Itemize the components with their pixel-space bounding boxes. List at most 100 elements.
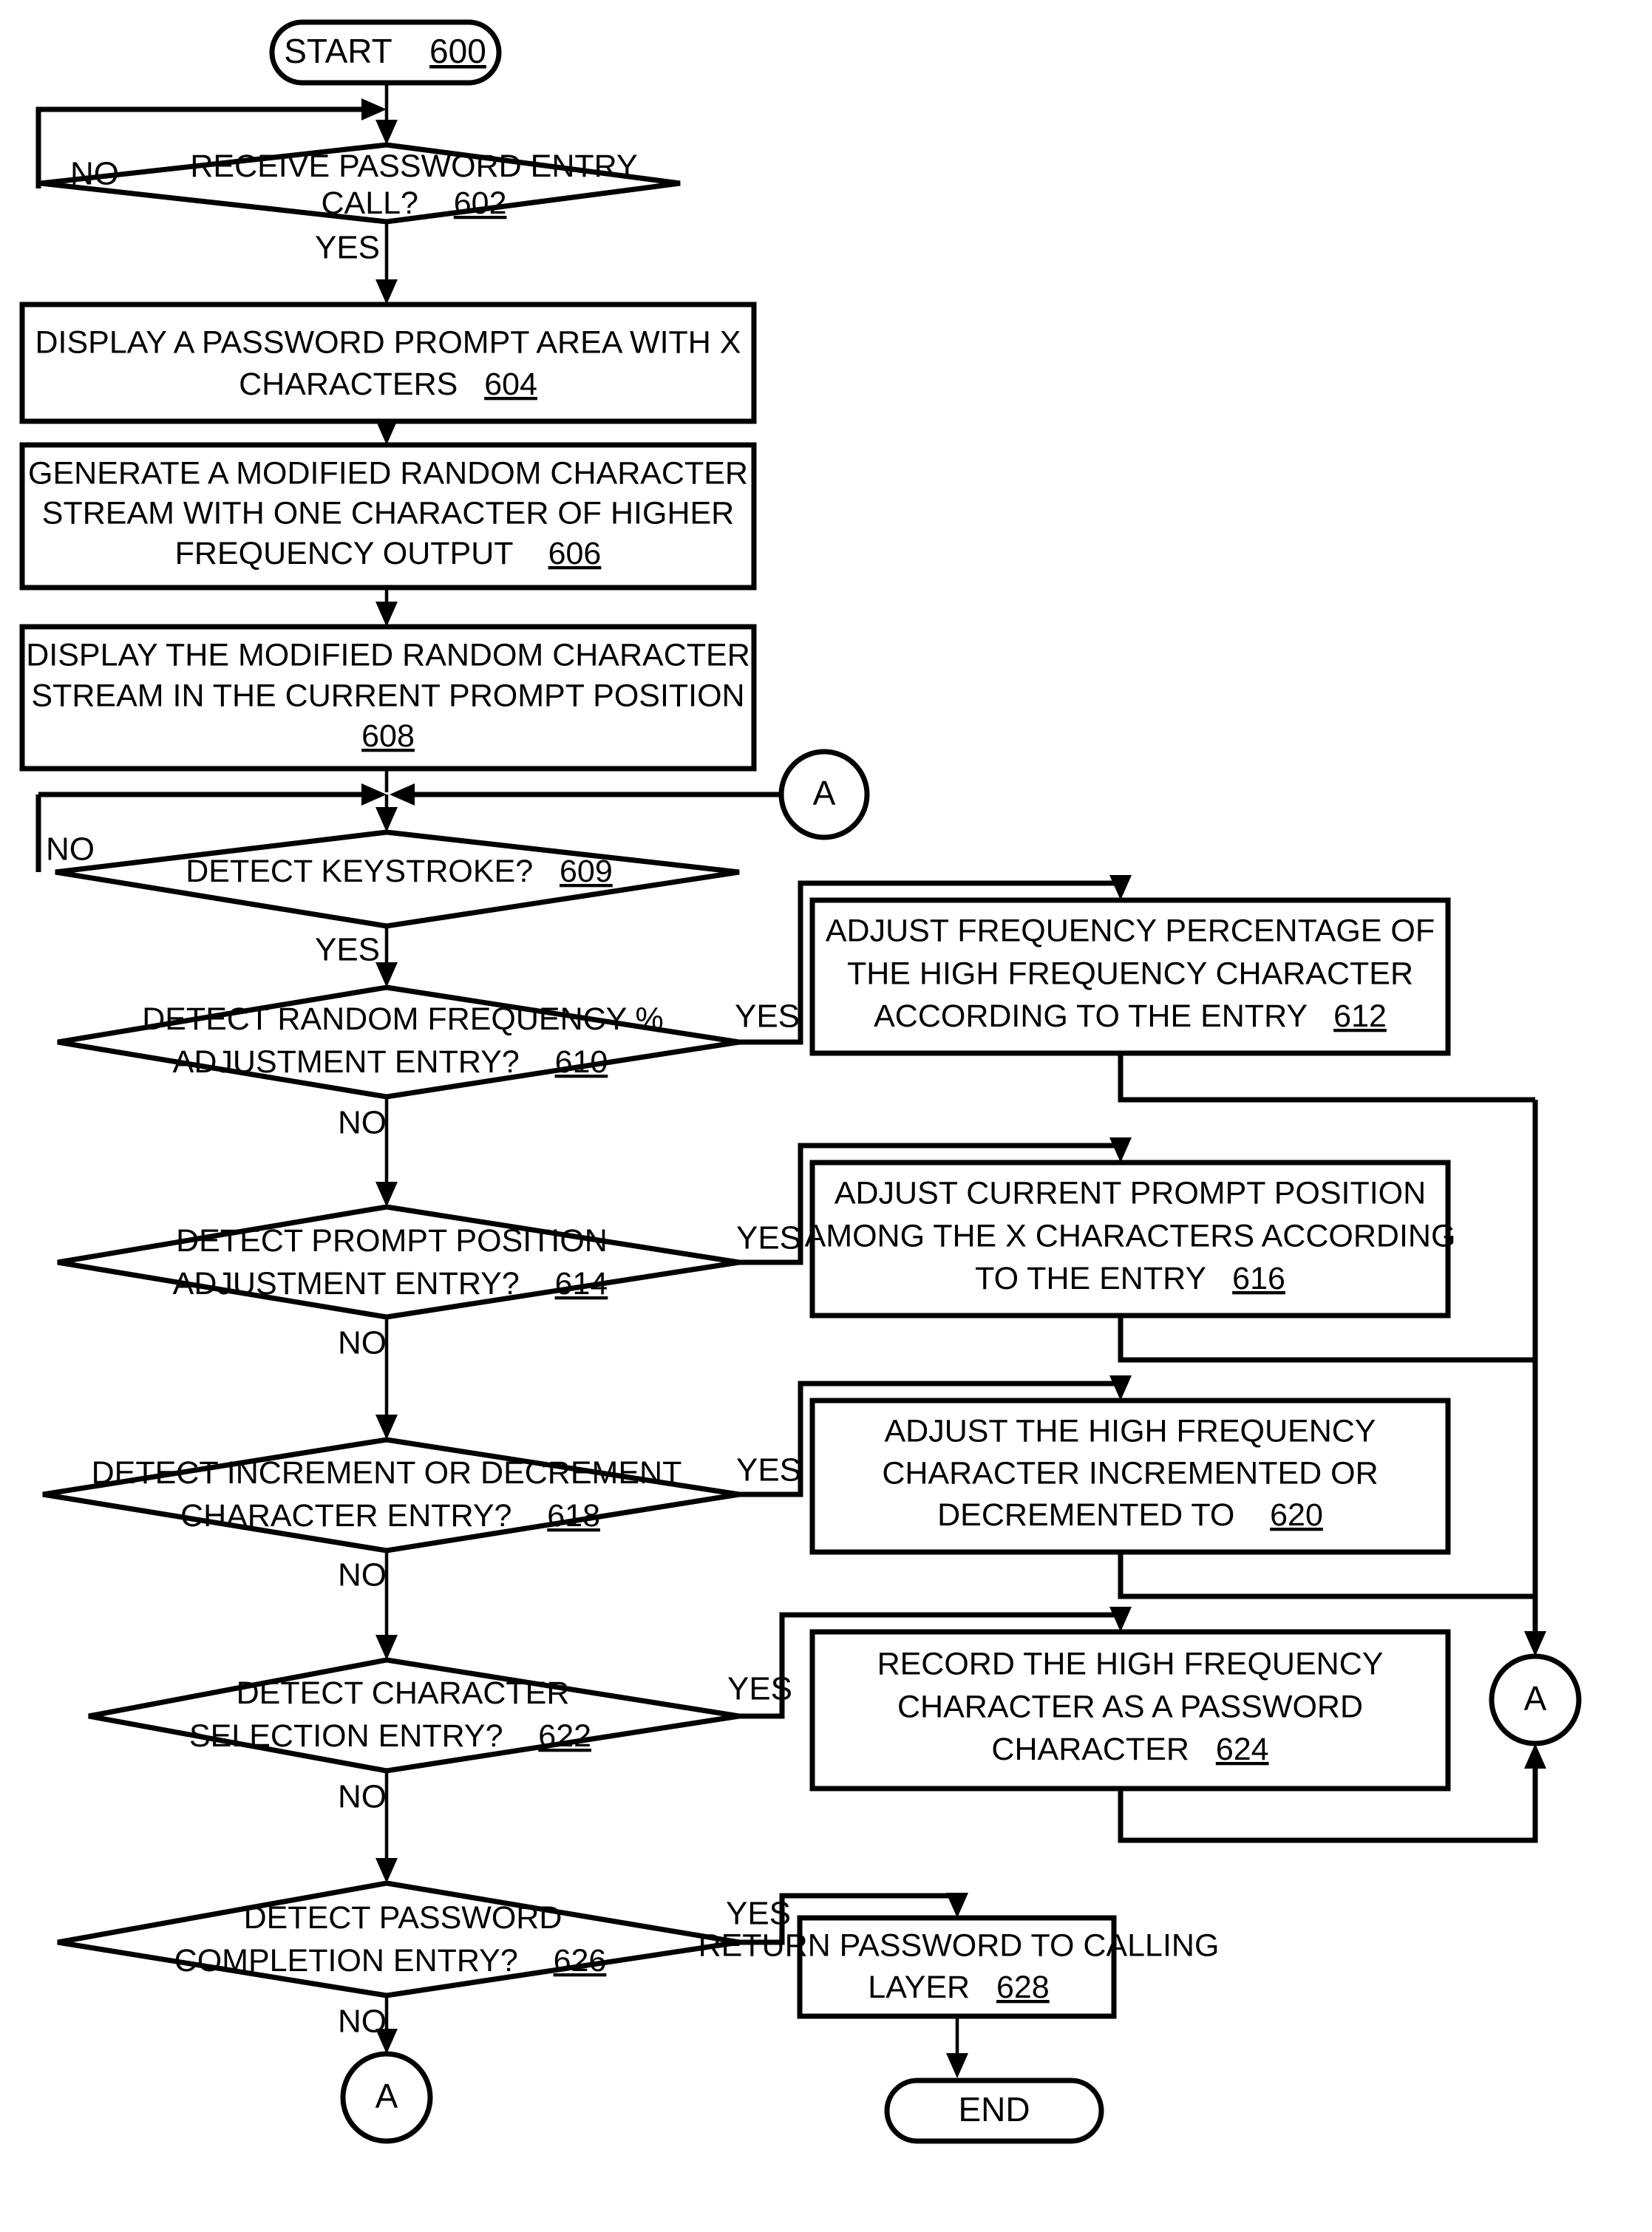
end-label: END (958, 2090, 1030, 2129)
decision-602-line-1: RECEIVE PASSWORD ENTRY (190, 149, 637, 184)
flowchart-sheet: START 600 RECEIVE PASSWORD ENTRY CALL? 6… (0, 0, 1652, 2232)
svg-text:DETECT RANDOM FREQUENCY %: DETECT RANDOM FREQUENCY % (142, 1001, 664, 1037)
process-624-line-2: CHARACTER AS A PASSWORD (897, 1689, 1363, 1724)
process-612-ref: 612 (1333, 998, 1387, 1034)
decision-626-line-1: DETECT PASSWORD (244, 1900, 562, 1936)
svg-text:DETECT PROMPT POSITION: DETECT PROMPT POSITION (176, 1223, 608, 1259)
svg-text:CALL? 602: CALL? 602 (321, 186, 506, 221)
process-606-line-3: FREQUENCY OUTPUT (175, 536, 514, 571)
svg-text:LAYER 628: LAYER 628 (868, 1970, 1049, 2005)
process-608-ref: 608 (361, 718, 415, 754)
decision-614: DETECT PROMPT POSITION ADJUSTMENT ENTRY?… (57, 1204, 801, 1361)
process-606-line-2: STREAM WITH ONE CHARACTER OF HIGHER (42, 495, 734, 531)
decision-602: RECEIVE PASSWORD ENTRY CALL? 602 NO YES (40, 142, 681, 266)
decision-614-ref: 614 (555, 1266, 608, 1302)
decision-614-line-2: ADJUSTMENT ENTRY? (173, 1266, 520, 1302)
decision-610: DETECT RANDOM FREQUENCY % ADJUSTMENT ENT… (57, 984, 800, 1141)
svg-text:DETECT KEYSTROKE?: DETECT KEYSTROKE? 609 (186, 854, 613, 889)
svg-text:START 600: START 600 (284, 32, 486, 70)
decision-602-ref: 602 (454, 186, 507, 221)
svg-text:ADJUSTMENT ENTRY?: ADJUSTMENT ENTRY? 614 (173, 1266, 608, 1302)
decision-626-yes-label: YES (726, 1896, 791, 1932)
process-620: ADJUST THE HIGH FREQUENCY CHARACTER INCR… (809, 1398, 1451, 1555)
process-616-ref: 616 (1232, 1261, 1285, 1296)
decision-610-line-2: ADJUSTMENT ENTRY? (173, 1044, 520, 1080)
process-606-ref: 606 (548, 536, 602, 571)
decision-610-line-1: DETECT RANDOM FREQUENCY % (142, 1001, 664, 1037)
process-628: RETURN PASSWORD TO CALLING LAYER 628 (698, 1915, 1220, 2019)
decision-610-ref: 610 (555, 1044, 608, 1080)
process-616-line-1: ADJUST CURRENT PROMPT POSITION (835, 1175, 1426, 1211)
process-612-line-3: ACCORDING TO THE ENTRY (874, 998, 1307, 1034)
decision-609: DETECT KEYSTROKE? 609 NO YES (46, 829, 740, 968)
decision-626: DETECT PASSWORD COMPLETION ENTRY? 626 YE… (57, 1880, 791, 2040)
svg-text:TO THE ENTRY 616: TO THE ENTRY 616 (975, 1261, 1285, 1296)
process-612-line-1: ADJUST FREQUENCY PERCENTAGE OF (826, 913, 1435, 948)
process-628-line-1: RETURN PASSWORD TO CALLING (698, 1928, 1220, 1963)
svg-text:608: 608 (361, 718, 415, 754)
decision-618-yes-label: YES (736, 1452, 801, 1488)
process-624-line-3: CHARACTER (991, 1732, 1189, 1767)
decision-614-line-1: DETECT PROMPT POSITION (176, 1223, 608, 1259)
connector-a-bottom-label: A (375, 2077, 398, 2115)
decision-622: DETECT CHARACTER SELECTION ENTRY? 622 YE… (88, 1657, 792, 1815)
process-604-ref: 604 (484, 367, 537, 402)
svg-text:SELECTION ENTRY?: SELECTION ENTRY? 622 (189, 1718, 591, 1754)
svg-text:DETECT INCREMENT OR DECREMENT: DETECT INCREMENT OR DECREMENT (92, 1455, 682, 1491)
decision-622-no-label: NO (338, 1779, 387, 1815)
connector-a-top: A (778, 749, 870, 840)
decision-602-yes-label: YES (315, 230, 380, 266)
decision-618: DETECT INCREMENT OR DECREMENT CHARACTER … (42, 1437, 801, 1593)
svg-text:CHARACTERS 604: CHARACTERS 604 (239, 367, 537, 402)
svg-text:ACCORDING TO THE ENTRY: ACCORDING TO THE ENTRY 612 (874, 998, 1387, 1034)
decision-609-line-1: DETECT KEYSTROKE? (186, 854, 533, 889)
process-604: DISPLAY A PASSWORD PROMPT AREA WITH X CH… (19, 302, 757, 424)
flowchart-canvas: START 600 RECEIVE PASSWORD ENTRY CALL? 6… (19, 19, 1582, 2144)
process-608-line-1: DISPLAY THE MODIFIED RANDOM CHARACTER (26, 637, 750, 673)
process-612-line-2: THE HIGH FREQUENCY CHARACTER (847, 956, 1413, 991)
connector-a-right-label: A (1524, 1679, 1547, 1718)
decision-622-ref: 622 (538, 1718, 591, 1754)
decision-618-no-label: NO (338, 1557, 387, 1593)
decision-626-line-2: COMPLETION ENTRY? (174, 1943, 518, 1978)
svg-text:CHARACTER ENTRY?: CHARACTER ENTRY? 618 (180, 1498, 600, 1534)
process-606: GENERATE A MODIFIED RANDOM CHARACTER STR… (19, 442, 757, 591)
svg-text:CHARACTER 624: CHARACTER 624 (991, 1732, 1268, 1767)
svg-text:ADJUSTMENT ENTRY?: ADJUSTMENT ENTRY? 610 (173, 1044, 608, 1080)
svg-text:COMPLETION ENTRY?: COMPLETION ENTRY? 626 (174, 1943, 607, 1978)
process-620-ref: 620 (1270, 1497, 1323, 1533)
decision-618-line-1: DETECT INCREMENT OR DECREMENT (92, 1455, 682, 1491)
process-624: RECORD THE HIGH FREQUENCY CHARACTER AS A… (809, 1629, 1451, 1792)
svg-text:FREQUENCY OUTPUT: FREQUENCY OUTPUT 606 (175, 536, 602, 571)
decision-618-line-2: CHARACTER ENTRY? (180, 1498, 511, 1534)
svg-text:RECEIVE PASSWORD ENTRY: RECEIVE PASSWORD ENTRY (190, 149, 637, 184)
svg-text:DECREMENTED TO: DECREMENTED TO 620 (937, 1497, 1323, 1533)
start-ref: 600 (429, 32, 486, 70)
decision-622-line-2: SELECTION ENTRY? (189, 1718, 503, 1754)
decision-602-no-label: NO (70, 156, 119, 192)
process-624-ref: 624 (1216, 1732, 1269, 1767)
decision-626-no-label: NO (338, 2004, 387, 2040)
process-620-line-2: CHARACTER INCREMENTED OR (882, 1455, 1378, 1491)
process-620-line-3: DECREMENTED TO (937, 1497, 1234, 1533)
process-606-line-1: GENERATE A MODIFIED RANDOM CHARACTER (28, 455, 748, 491)
process-616-line-3: TO THE ENTRY (975, 1261, 1206, 1296)
connector-a-top-label: A (813, 774, 836, 812)
process-604-line-2: CHARACTERS (239, 367, 458, 402)
process-604-line-1: DISPLAY A PASSWORD PROMPT AREA WITH X (35, 324, 741, 360)
decision-618-ref: 618 (547, 1498, 600, 1534)
decision-609-no-label: NO (46, 831, 95, 868)
decision-609-yes-label: YES (315, 932, 380, 968)
decision-610-yes-label: YES (735, 998, 800, 1035)
decision-622-yes-label: YES (727, 1671, 792, 1707)
process-620-line-1: ADJUST THE HIGH FREQUENCY (885, 1413, 1376, 1449)
connector-a-bottom: A (340, 2051, 433, 2144)
decision-614-no-label: NO (338, 1325, 387, 1361)
process-628-ref: 628 (996, 1970, 1050, 2005)
decision-614-yes-label: YES (736, 1220, 801, 1256)
process-612: ADJUST FREQUENCY PERCENTAGE OF THE HIGH … (809, 897, 1451, 1056)
process-608: DISPLAY THE MODIFIED RANDOM CHARACTER ST… (19, 624, 757, 772)
process-616: ADJUST CURRENT PROMPT POSITION AMONG THE… (805, 1160, 1455, 1319)
decision-626-ref: 626 (554, 1943, 607, 1978)
decision-602-line-2: CALL? (321, 186, 418, 221)
